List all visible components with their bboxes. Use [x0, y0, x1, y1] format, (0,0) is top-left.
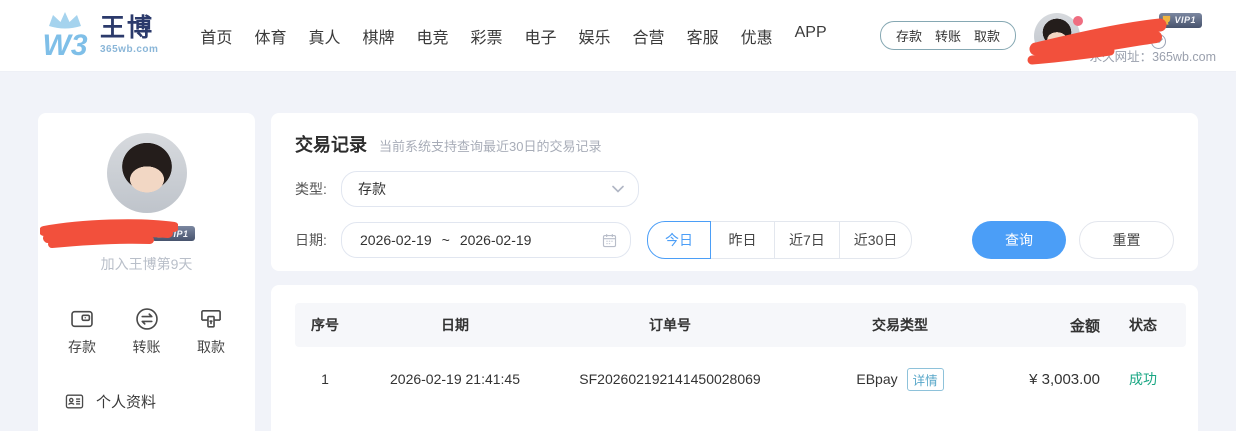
quick-actions: 存款 转账 取款 [38, 306, 255, 357]
transfer-icon [134, 306, 160, 332]
main-nav: 首页 体育 真人 棋牌 电竞 彩票 电子 娱乐 合营 客服 优惠 APP [200, 24, 826, 48]
wallet-actions-pill: 存款 转账 取款 [880, 21, 1016, 50]
quick-action-withdraw[interactable]: 取款 [194, 306, 228, 357]
date-to-value: 2026-02-19 [460, 232, 532, 248]
column-header-date: 日期 [355, 315, 555, 335]
nav-item-home[interactable]: 首页 [200, 24, 232, 48]
sidebar-vip-badge: VIP1 [152, 226, 195, 241]
sidebar-item-label: 个人资料 [96, 391, 156, 412]
trophy-icon [154, 228, 165, 239]
page: W3 王博 365wb.com 首页 体育 真人 棋牌 电竞 彩票 电子 娱乐 … [0, 0, 1236, 431]
range-7days-button[interactable]: 近7日 [775, 221, 840, 259]
permanent-url-text: 永久网址：365wb.com [1090, 46, 1216, 65]
quick-action-label: 存款 [68, 337, 96, 357]
nav-item-sports[interactable]: 体育 [254, 24, 286, 48]
date-range-presets: 今日 昨日 近7日 近30日 [647, 221, 912, 259]
header-deposit-link[interactable]: 存款 [896, 26, 922, 45]
type-select-value: 存款 [358, 179, 612, 199]
topbar-right: 存款 转账 取款 VIP1 永久网址：365wb.com [880, 7, 1216, 65]
trophy-icon [1161, 15, 1172, 26]
row-status: 成功 [1100, 369, 1186, 389]
date-label: 日期: [295, 230, 341, 250]
site-logo[interactable]: W3 王博 365wb.com [38, 10, 158, 62]
table-header-row: 序号 日期 订单号 交易类型 金额 状态 [295, 303, 1186, 347]
calendar-icon [601, 232, 618, 249]
table-row: 1 2026-02-19 21:41:45 SF2026021921414500… [295, 347, 1186, 411]
profile-avatar[interactable] [107, 133, 187, 213]
type-label: 类型: [295, 179, 341, 199]
transaction-table-card: 序号 日期 订单号 交易类型 金额 状态 1 2026-02-19 21:41:… [271, 285, 1198, 431]
logo-domain-text: 365wb.com [100, 44, 158, 55]
date-range-input[interactable]: 2026-02-19 ~ 2026-02-19 [341, 222, 631, 258]
row-index: 1 [295, 371, 355, 387]
quick-action-transfer[interactable]: 转账 [130, 306, 164, 357]
nav-item-chess[interactable]: 棋牌 [362, 24, 394, 48]
withdraw-icon [198, 306, 224, 332]
svg-text:W3: W3 [43, 29, 88, 62]
range-today-button[interactable]: 今日 [647, 221, 711, 259]
vip-badge: VIP1 [1159, 13, 1202, 28]
row-type: EBpay [856, 371, 897, 387]
nav-item-slots[interactable]: 电子 [525, 24, 557, 48]
page-title: 交易记录 [295, 131, 367, 157]
row-date: 2026-02-19 21:41:45 [355, 371, 555, 387]
nav-item-lottery[interactable]: 彩票 [471, 24, 503, 48]
range-30days-button[interactable]: 近30日 [840, 221, 913, 259]
date-separator: ~ [442, 232, 450, 248]
column-header-amount: 金额 [1015, 315, 1100, 336]
header-transfer-link[interactable]: 转账 [935, 26, 961, 45]
date-from-value: 2026-02-19 [360, 232, 432, 248]
column-header-index: 序号 [295, 315, 355, 335]
profile-sidebar: VIP1 加入王博第9天 存款 [38, 113, 255, 431]
vip-badge-label: VIP1 [1174, 15, 1196, 25]
sidebar-item-profile[interactable]: 个人资料 [64, 391, 255, 412]
nav-item-app[interactable]: APP [795, 24, 827, 48]
chevron-down-icon [612, 185, 624, 193]
top-header: W3 王博 365wb.com 首页 体育 真人 棋牌 电竞 彩票 电子 娱乐 … [0, 0, 1236, 72]
sidebar-menu: 个人资料 VIP特权 [38, 391, 255, 431]
type-select[interactable]: 存款 [341, 171, 639, 207]
sidebar-vip-badge-label: VIP1 [167, 229, 189, 239]
quick-action-deposit[interactable]: 存款 [65, 306, 99, 357]
row-order-no: SF202602192141450028069 [555, 371, 785, 387]
column-header-status: 状态 [1100, 315, 1186, 335]
search-button[interactable]: 查询 [972, 221, 1066, 259]
avatar[interactable] [1034, 13, 1080, 59]
header-withdraw-link[interactable]: 取款 [974, 26, 1000, 45]
nav-item-service[interactable]: 客服 [687, 24, 719, 48]
column-header-type: 交易类型 [785, 315, 1015, 335]
wallet-icon [69, 306, 95, 332]
id-card-icon [64, 391, 85, 412]
nav-item-entertainment[interactable]: 娱乐 [579, 24, 611, 48]
join-days-text: 加入王博第9天 [38, 254, 255, 274]
range-yesterday-button[interactable]: 昨日 [711, 221, 775, 259]
nav-item-live[interactable]: 真人 [308, 24, 340, 48]
logo-brand-text: 王博 [100, 16, 158, 41]
column-header-order-no: 订单号 [555, 315, 785, 335]
quick-action-label: 取款 [197, 337, 225, 357]
nav-item-esports[interactable]: 电竞 [416, 24, 448, 48]
nav-item-affiliate[interactable]: 合营 [633, 24, 665, 48]
quick-action-label: 转账 [133, 337, 161, 357]
detail-button[interactable]: 详情 [907, 368, 944, 391]
page-subtitle: 当前系统支持查询最近30日的交易记录 [379, 136, 601, 155]
transaction-filter-card: 交易记录 当前系统支持查询最近30日的交易记录 类型: 存款 日期: 2026-… [271, 113, 1198, 271]
row-amount: ¥ 3,003.00 [1015, 371, 1100, 388]
content-area: VIP1 加入王博第9天 存款 [0, 72, 1236, 431]
logo-crown-w3-icon: W3 [38, 10, 92, 62]
reset-button[interactable]: 重置 [1079, 221, 1174, 259]
account-widget[interactable]: VIP1 永久网址：365wb.com [1034, 7, 1216, 65]
nav-item-promo[interactable]: 优惠 [741, 24, 773, 48]
